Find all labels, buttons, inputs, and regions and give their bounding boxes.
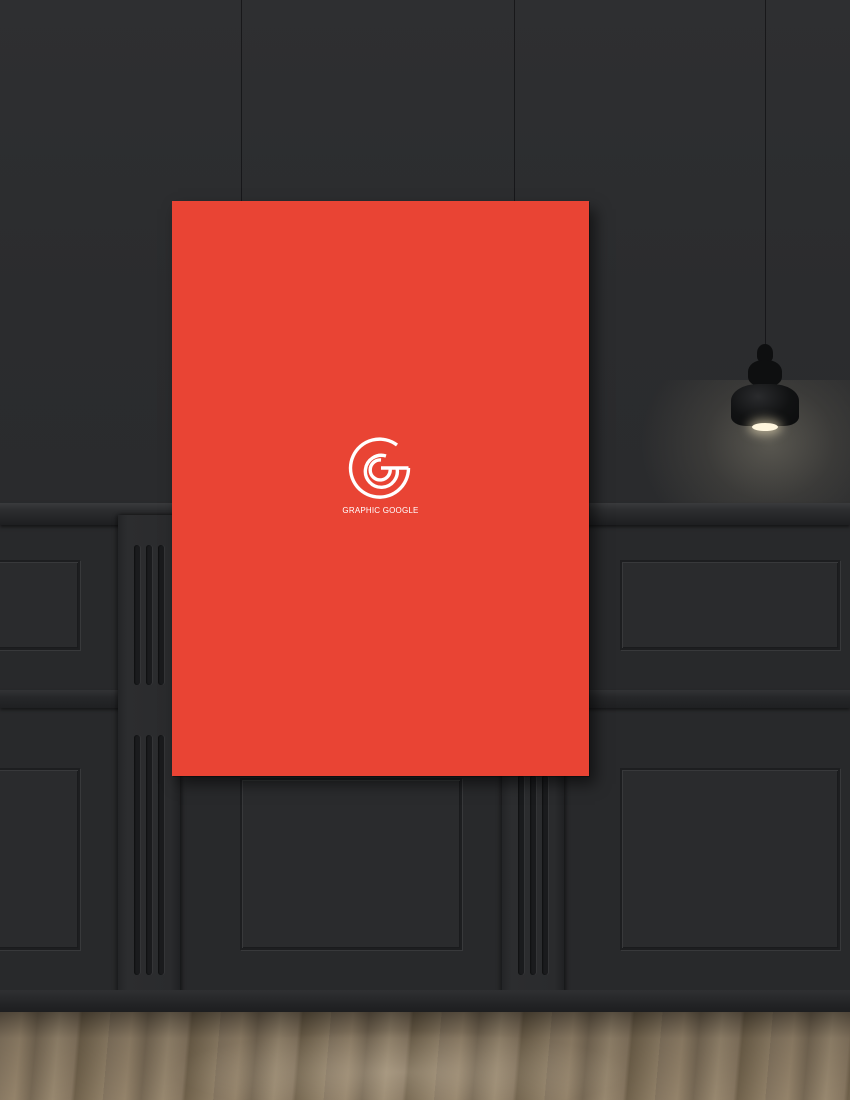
graphic-google-g-logo-icon: [348, 437, 411, 499]
wall-panel: [0, 768, 80, 950]
mockup-scene: GRAPHIC GOOGLE: [0, 0, 850, 1100]
poster-wire-left: [241, 0, 242, 202]
poster-wire-right: [514, 0, 515, 202]
brand-name: GRAPHIC GOOGLE: [342, 506, 419, 515]
red-poster: GRAPHIC GOOGLE: [172, 201, 589, 776]
lamp-cord: [765, 0, 766, 346]
wall-panel: [240, 778, 462, 950]
wall-panel: [620, 768, 840, 950]
wall-panel: [0, 560, 80, 650]
floor-light: [170, 1030, 630, 1100]
pilaster-left: [118, 515, 180, 1010]
wall-panel: [620, 560, 840, 650]
